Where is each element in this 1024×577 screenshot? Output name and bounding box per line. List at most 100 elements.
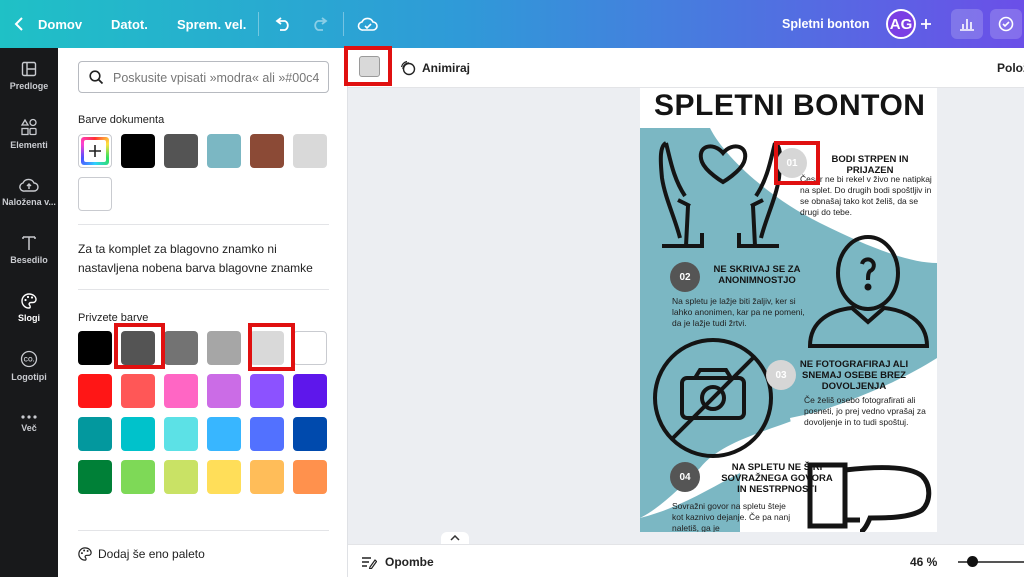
plus-icon xyxy=(921,19,931,29)
step-heading: NE FOTOGRAFIRAJ ALI SNEMAJ OSEBE BREZ DO… xyxy=(799,359,909,392)
home-label: Domov xyxy=(38,16,83,32)
default-color-swatch[interactable] xyxy=(78,374,112,408)
default-color-swatch[interactable] xyxy=(164,374,198,408)
undo-button[interactable] xyxy=(274,0,292,48)
default-color-swatch[interactable] xyxy=(207,331,241,365)
rail-label: Logotipi xyxy=(11,372,47,382)
resize-button[interactable]: Sprem. vel. xyxy=(177,0,246,48)
design-title[interactable]: Spletni bonton xyxy=(782,0,869,48)
file-menu-button[interactable]: Datot. xyxy=(111,0,148,48)
avatar[interactable]: AG xyxy=(886,9,916,39)
rail-item-templates[interactable]: Predloge xyxy=(0,48,58,104)
default-color-swatch[interactable] xyxy=(293,460,327,494)
share-button[interactable] xyxy=(990,9,1022,39)
animate-label: Animiraj xyxy=(422,61,471,75)
home-button[interactable]: Domov xyxy=(14,0,82,48)
default-color-swatch[interactable] xyxy=(207,417,241,451)
notes-button[interactable]: Opombe xyxy=(361,545,434,577)
rail-label: Naložena v... xyxy=(2,197,56,207)
default-color-swatch[interactable] xyxy=(78,460,112,494)
highlight-box xyxy=(774,141,820,185)
rail-label: Predloge xyxy=(9,81,49,91)
document-colors-title: Barve dokumenta xyxy=(78,114,165,126)
step-text: Na spletu je lažje biti žaljiv, ker si l… xyxy=(672,296,805,328)
default-color-swatch[interactable] xyxy=(121,374,155,408)
bottom-bar: Opombe 46 % xyxy=(348,544,1024,577)
rail-item-elements[interactable]: Elementi xyxy=(0,106,58,162)
add-color-button[interactable] xyxy=(78,134,112,168)
upload-icon xyxy=(19,178,39,192)
step-number: 02 xyxy=(670,262,700,292)
zoom-level[interactable]: 46 % xyxy=(910,545,937,577)
default-color-swatch[interactable] xyxy=(250,374,284,408)
divider xyxy=(78,289,329,290)
top-bar: Domov Datot. Sprem. vel. Spletni bonton … xyxy=(0,0,1024,48)
divider xyxy=(258,12,259,36)
more-icon xyxy=(21,415,37,419)
rail-label: Elementi xyxy=(10,140,48,150)
document-color-swatch[interactable] xyxy=(293,134,327,168)
chevron-left-icon xyxy=(14,17,23,31)
step-number: 03 xyxy=(766,360,796,390)
cloud-check-icon xyxy=(357,17,378,31)
divider xyxy=(78,530,329,531)
color-panel: Barve dokumenta Za ta komplet za blagovn… xyxy=(58,48,348,577)
default-color-swatch[interactable] xyxy=(207,460,241,494)
default-color-swatch[interactable] xyxy=(164,331,198,365)
document-color-swatch[interactable] xyxy=(250,134,284,168)
elements-icon xyxy=(20,118,37,136)
default-color-swatch[interactable] xyxy=(164,417,198,451)
svg-text:CO.: CO. xyxy=(24,358,35,364)
rail-item-logos[interactable]: CO. Logotipi xyxy=(0,338,58,394)
canvas-stage: SPLETNI BONTON 01 BODI STRPEN IN PRIJAZE… xyxy=(348,88,1024,532)
default-color-swatch[interactable] xyxy=(121,417,155,451)
logo-icon: CO. xyxy=(20,350,38,368)
default-color-swatch[interactable] xyxy=(293,374,327,408)
divider xyxy=(343,12,344,36)
step-heading: BODI STRPEN IN PRIJAZEN xyxy=(831,154,909,176)
cloud-save-status[interactable] xyxy=(357,0,379,48)
zoom-slider-handle[interactable] xyxy=(967,556,978,567)
color-search[interactable] xyxy=(78,61,329,93)
add-palette-label: Dodaj še eno paleto xyxy=(98,547,205,561)
default-color-swatch[interactable] xyxy=(121,460,155,494)
default-color-swatch[interactable] xyxy=(207,374,241,408)
poster-title: SPLETNI BONTON xyxy=(654,89,926,122)
notes-icon xyxy=(362,556,377,569)
highlight-box xyxy=(248,323,295,371)
default-color-swatch[interactable] xyxy=(250,460,284,494)
check-circle-icon xyxy=(998,16,1014,32)
default-color-swatch[interactable] xyxy=(78,331,112,365)
divider xyxy=(78,224,329,225)
document-color-swatch[interactable] xyxy=(207,134,241,168)
position-button[interactable]: Polož xyxy=(997,48,1024,88)
bar-chart-icon xyxy=(960,19,974,31)
redo-button[interactable] xyxy=(311,0,329,48)
brand-colors-note: Za ta komplet za blagovno znamko ni nast… xyxy=(78,242,313,275)
pages-pull-tab[interactable] xyxy=(441,532,469,544)
palette-icon xyxy=(78,547,92,561)
default-color-swatch[interactable] xyxy=(164,460,198,494)
default-color-swatch[interactable] xyxy=(250,417,284,451)
notes-label: Opombe xyxy=(385,554,434,569)
default-color-swatch[interactable] xyxy=(293,417,327,451)
document-color-swatch[interactable] xyxy=(164,134,198,168)
rail-label: Več xyxy=(21,423,37,433)
rail-item-styles[interactable]: Slogi xyxy=(0,280,58,336)
rail-item-more[interactable]: Več xyxy=(0,396,58,452)
document-color-swatch[interactable] xyxy=(121,134,155,168)
add-palette-button[interactable]: Dodaj še eno paleto xyxy=(78,547,205,561)
rail-item-uploads[interactable]: Naložena v... xyxy=(0,164,58,220)
highlight-box xyxy=(344,46,392,86)
template-icon xyxy=(21,61,37,77)
search-input[interactable] xyxy=(113,68,323,88)
default-color-swatch[interactable] xyxy=(293,331,327,365)
left-rail: Predloge Elementi Naložena v... Besedilo… xyxy=(0,48,58,577)
document-color-swatch[interactable] xyxy=(78,177,112,211)
rail-item-text[interactable]: Besedilo xyxy=(0,222,58,278)
insights-button[interactable] xyxy=(951,9,983,39)
add-collaborator-button[interactable] xyxy=(920,0,932,48)
default-color-swatch[interactable] xyxy=(78,417,112,451)
animate-button[interactable]: Animiraj xyxy=(400,48,470,88)
chevron-up-icon xyxy=(450,535,460,541)
